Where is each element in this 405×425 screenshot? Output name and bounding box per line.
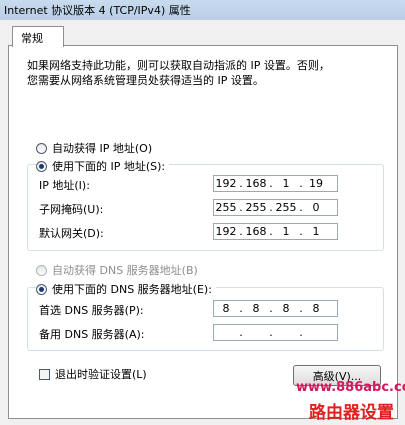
radio-auto-ip[interactable]: 自动获得 IP 地址(O) (36, 140, 152, 156)
dialog-window: 常规 如果网络支持此功能，则可以获取自动指派的 IP 设置。否则， 您需要从网络… (0, 20, 405, 425)
title-bar: Internet 协议版本 4 (TCP/IPv4) 属性 (0, 0, 405, 21)
validate-label: 退出时验证设置(L) (55, 368, 147, 381)
tab-general-label: 常规 (21, 32, 43, 45)
radio-manual-ip[interactable]: 使用下面的 IP 地址(S): (36, 158, 170, 174)
radio-auto-dns-label: 自动获得 DNS 服务器地址(B) (52, 264, 198, 277)
gateway-input[interactable]: 192. 168. 1. 1 (213, 223, 338, 240)
radio-manual-ip-label: 使用下面的 IP 地址(S): (52, 160, 166, 173)
description-line-1: 如果网络支持此功能，则可以获取自动指派的 IP 设置。否则， (27, 59, 330, 72)
radio-manual-dns-label: 使用下面的 DNS 服务器地址(E): (52, 283, 212, 296)
alternate-dns-label: 备用 DNS 服务器(A): (39, 328, 145, 341)
preferred-dns-input[interactable]: 8. 8. 8. 8 (213, 300, 338, 317)
validate-checkbox[interactable] (39, 368, 50, 380)
radio-auto-dns[interactable]: 自动获得 DNS 服务器地址(B) (36, 262, 198, 278)
radio-auto-ip-icon[interactable] (36, 142, 47, 154)
ip-address-input[interactable]: 192. 168. 1. 19 (213, 175, 338, 192)
radio-auto-ip-label: 自动获得 IP 地址(O) (52, 142, 153, 155)
radio-manual-ip-icon[interactable] (36, 160, 47, 172)
description: 如果网络支持此功能，则可以获取自动指派的 IP 设置。否则， 您需要从网络系统管… (27, 58, 382, 88)
validate-checkbox-row[interactable]: 退出时验证设置(L) (39, 366, 147, 382)
description-line-2: 您需要从网络系统管理员处获得适当的 IP 设置。 (27, 74, 264, 87)
window-title: Internet 协议版本 4 (TCP/IPv4) 属性 (4, 4, 191, 17)
gateway-label: 默认网关(D): (39, 227, 104, 240)
watermark-url: www.886abc.com (296, 380, 405, 395)
preferred-dns-label: 首选 DNS 服务器(P): (39, 304, 144, 317)
subnet-mask-label: 子网掩码(U): (39, 203, 104, 216)
radio-manual-dns[interactable]: 使用下面的 DNS 服务器地址(E): (36, 281, 216, 297)
tab-general[interactable]: 常规 (12, 26, 64, 47)
subnet-mask-input[interactable]: 255. 255. 255. 0 (213, 199, 338, 216)
radio-manual-dns-icon[interactable] (36, 283, 47, 295)
ip-address-label: IP 地址(I): (39, 179, 90, 192)
radio-auto-dns-icon[interactable] (36, 264, 47, 276)
general-panel: 如果网络支持此功能，则可以获取自动指派的 IP 设置。否则， 您需要从网络系统管… (8, 45, 398, 419)
watermark-name: 路由器设置 (309, 403, 394, 423)
alternate-dns-input[interactable]: . . . (213, 324, 338, 341)
